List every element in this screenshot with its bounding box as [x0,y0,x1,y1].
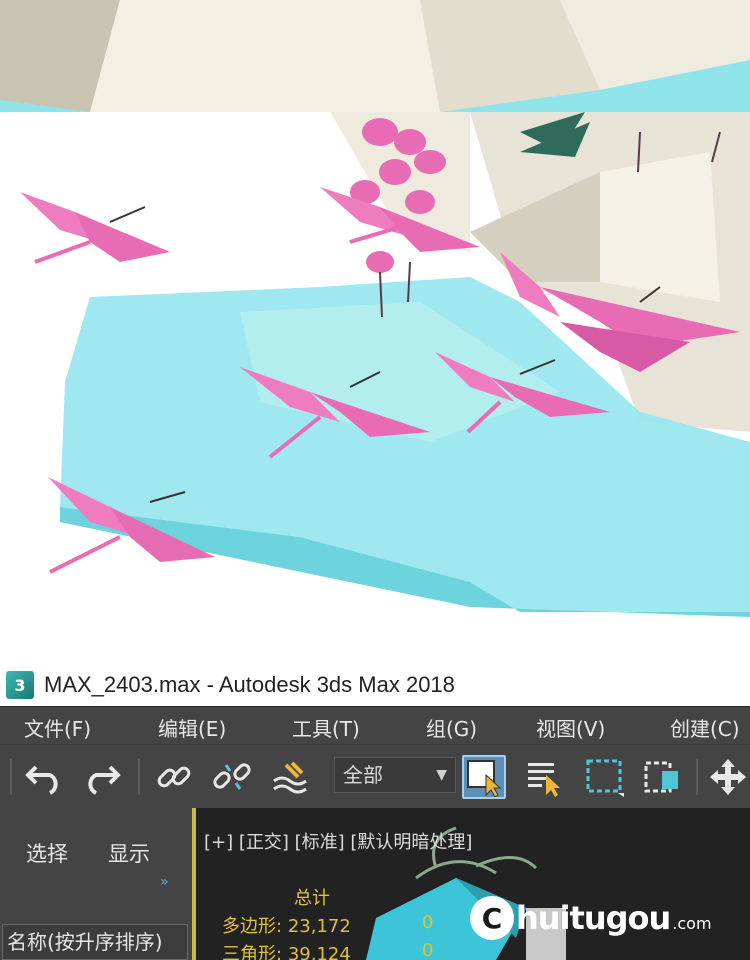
window-crossing-icon[interactable] [640,755,684,799]
select-object-icon[interactable] [462,755,506,799]
stats-triangles-label: 三角形: [222,944,283,960]
undo-icon[interactable] [22,755,66,799]
toolbar-separator [696,759,698,795]
scene-explorer-panel: 选择 显示 » 名称(按升序排序) [0,808,192,960]
name-column-header[interactable]: 名称(按升序排序) [2,924,188,960]
viewport-label[interactable]: [+] [正交] [标准] [默认明暗处理] [204,828,472,854]
toolbar-separator [138,759,140,795]
window-title: MAX_2403.max - Autodesk 3ds Max 2018 [44,672,455,697]
render-scene [0,112,750,657]
watermark-suffix: .com [672,913,712,933]
select-by-name-icon[interactable] [522,755,566,799]
toolbar-separator [10,759,12,795]
menu-edit[interactable]: 编辑(E) [158,713,226,742]
stats-triangles-row: 三角形: 39,124 [222,940,351,960]
flying-flamingo-1 [20,192,170,264]
unlink-icon[interactable] [210,755,254,799]
huitugou-logo-icon: C [470,896,514,940]
menu-group[interactable]: 组(G) [426,713,477,742]
render-top-strip [0,0,750,112]
3ds-max-app-icon: 3 [6,671,34,699]
chevron-down-icon: ▼ [436,767,447,783]
selection-filter-dropdown[interactable]: 全部 ▼ [334,757,456,793]
huitugou-watermark: C huitugou .com [470,896,712,940]
expand-icon[interactable]: » [160,874,169,890]
selection-filter-value: 全部 [343,763,383,787]
stats-total-header: 总计 [294,888,330,909]
rectangular-selection-icon[interactable] [582,755,626,799]
link-icon[interactable] [152,755,196,799]
menu-views[interactable]: 视图(V) [536,713,605,742]
watermark-brand: huitugou [516,899,671,937]
stats-triangles-value: 39,124 [287,944,351,960]
menu-tools[interactable]: 工具(T) [292,713,360,742]
menu-bar: 文件(F) 编辑(E) 工具(T) 组(G) 视图(V) 创建(C) [0,706,750,744]
tab-select[interactable]: 选择 [26,838,68,868]
menu-file[interactable]: 文件(F) [24,713,91,742]
main-toolbar: 全部 ▼ [0,744,750,808]
stats-polygons-label: 多边形: [222,916,283,937]
flamingo-scene-illustration [20,112,750,617]
tab-display[interactable]: 显示 [108,838,150,868]
window-title-bar: 3 MAX_2403.max - Autodesk 3ds Max 2018 [0,664,750,706]
move-icon[interactable] [706,755,750,799]
bind-space-warp-icon[interactable] [268,755,312,799]
stats-polygons-value: 23,172 [287,916,351,937]
top-strip-scene [0,0,750,112]
stats-polygons-row: 多边形: 23,172 [222,912,351,938]
redo-icon[interactable] [80,755,124,799]
menu-create[interactable]: 创建(C) [670,713,740,742]
stats-triangles-selected: 0 [422,940,434,960]
stats-polygons-selected: 0 [422,912,434,933]
